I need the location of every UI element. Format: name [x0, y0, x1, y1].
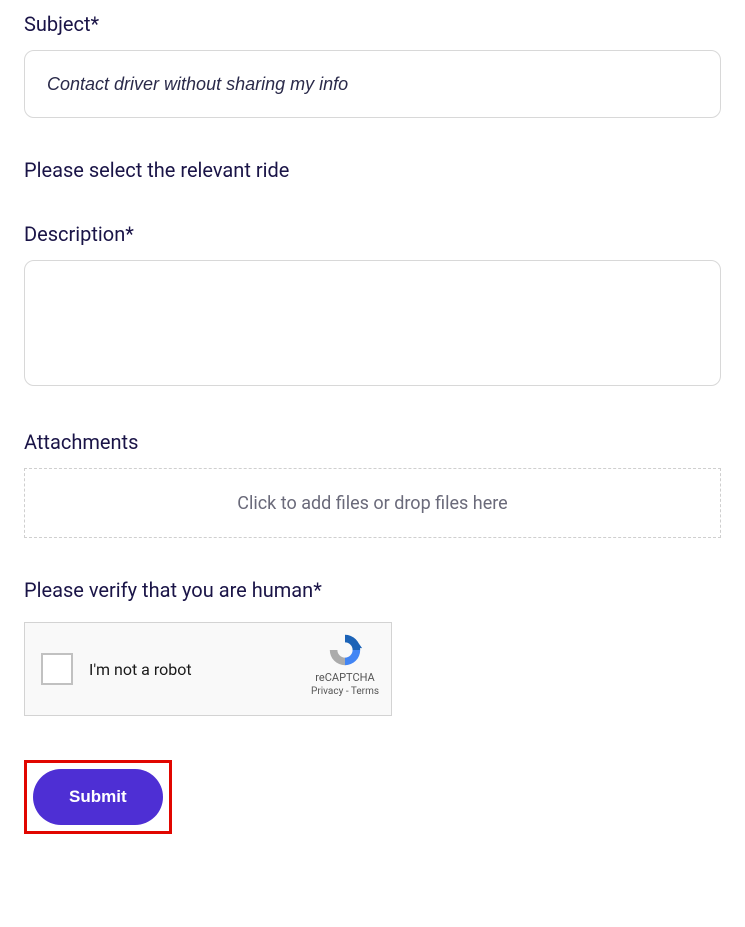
recaptcha-terms-link[interactable]: Terms	[351, 686, 379, 697]
recaptcha-privacy-link[interactable]: Privacy	[311, 686, 343, 697]
description-input[interactable]	[24, 260, 721, 386]
recaptcha-checkbox[interactable]	[41, 653, 73, 685]
subject-section: Subject*	[24, 12, 721, 118]
captcha-label: Please verify that you are human*	[24, 578, 721, 602]
dropzone-text: Click to add files or drop files here	[237, 493, 507, 514]
recaptcha-branding: reCAPTCHA Privacy - Terms	[311, 631, 379, 697]
recaptcha-widget: I'm not a robot reCAPTCHA Privacy - Term…	[24, 622, 392, 716]
attachments-dropzone[interactable]: Click to add files or drop files here	[24, 468, 721, 538]
attachments-label: Attachments	[24, 430, 721, 454]
recaptcha-icon	[326, 631, 364, 669]
recaptcha-links: Privacy - Terms	[311, 686, 379, 697]
ride-select-label: Please select the relevant ride	[24, 158, 721, 182]
description-section: Description*	[24, 222, 721, 390]
captcha-section: Please verify that you are human* I'm no…	[24, 578, 721, 716]
ride-select-section: Please select the relevant ride	[24, 158, 721, 182]
recaptcha-checkbox-label: I'm not a robot	[89, 660, 192, 679]
submit-button[interactable]: Submit	[33, 769, 163, 825]
attachments-section: Attachments Click to add files or drop f…	[24, 430, 721, 538]
subject-label: Subject*	[24, 12, 721, 36]
recaptcha-brand-text: reCAPTCHA	[315, 671, 374, 684]
subject-input[interactable]	[24, 50, 721, 118]
description-label: Description*	[24, 222, 721, 246]
submit-highlight-box: Submit	[24, 760, 172, 834]
